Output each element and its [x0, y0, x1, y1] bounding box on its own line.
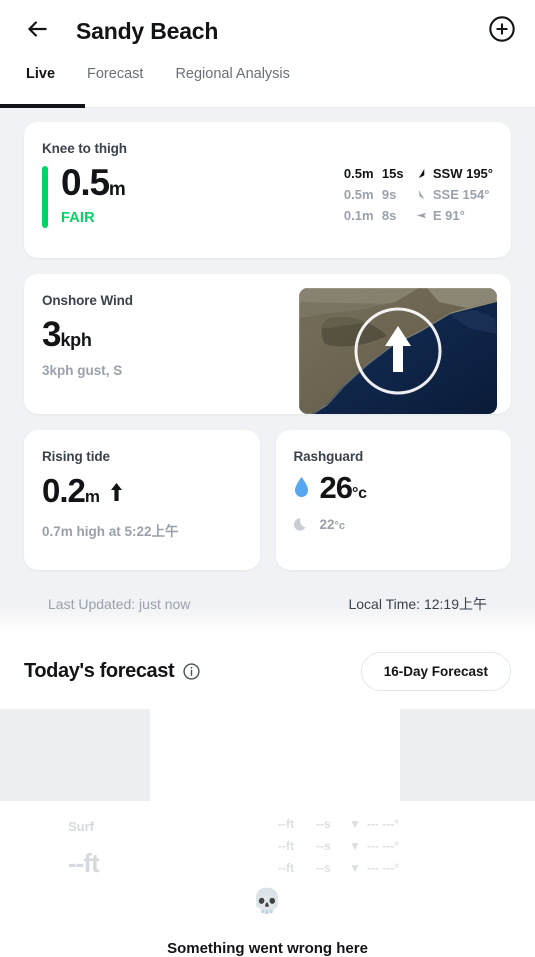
active-tab-indicator — [0, 104, 85, 108]
app-bar: Sandy Beach — [0, 0, 535, 62]
back-button[interactable] — [18, 12, 56, 50]
wind-summary: Onshore Wind 3kph 3kph gust, S — [42, 293, 133, 414]
skeleton-block-right — [400, 709, 535, 801]
surf-placeholder-value: --ft — [68, 848, 100, 878]
tide-value: 0.2 m — [42, 474, 242, 507]
forecast-section-title: Today's forecast — [24, 660, 200, 683]
swell-direction: SSW 195° — [432, 166, 493, 181]
surf-card-label: Knee to thigh — [42, 141, 127, 156]
arrow-left-icon — [24, 16, 50, 47]
rashguard-card[interactable]: Rashguard 26°c 22°c — [275, 430, 511, 570]
add-spot-button[interactable] — [485, 14, 519, 48]
surf-values: 0.5m FAIR — [61, 162, 126, 228]
surf-placeholder-label: Surf — [68, 819, 94, 834]
wind-speed-unit: kph — [60, 330, 92, 350]
placeholder-arrow-icon: ▼ — [349, 861, 361, 875]
air-temp-value: 22 — [319, 517, 335, 532]
forecast-error-zone: Surf --ft --ft --s ▼ --- ---° --ft --s ▼… — [0, 709, 535, 914]
swell-period: 15s — [381, 166, 404, 181]
wind-card-label: Onshore Wind — [42, 293, 133, 308]
forecast-header: Today's forecast 16-Day Forecast — [0, 630, 535, 691]
surf-placeholder: Surf --ft — [68, 819, 100, 879]
tab-live[interactable]: Live — [26, 62, 55, 82]
placeholder-height: --ft — [278, 861, 294, 875]
plus-circle-icon — [488, 15, 516, 48]
swell-height: 0.5m — [343, 166, 374, 181]
skull-icon: 💀 — [252, 888, 282, 915]
swell-height: 0.1m — [343, 208, 374, 223]
air-temp-unit: °c — [334, 520, 346, 532]
air-temperature: 22°c — [320, 517, 346, 532]
water-temperature: 26°c — [319, 470, 368, 505]
swell-row: 0.5m 9s SSE 154° — [344, 187, 493, 202]
sixteen-day-forecast-button[interactable]: 16-Day Forecast — [360, 652, 511, 691]
water-drop-icon — [294, 477, 309, 498]
swell-arrow-ssw-icon — [414, 168, 430, 179]
moon-icon — [293, 517, 309, 532]
wind-speed: 3kph — [42, 317, 133, 352]
placeholder-height: --ft — [278, 839, 294, 853]
placeholder-period: --s — [316, 861, 331, 875]
tab-bar: Live Forecast Regional Analysis — [0, 62, 535, 108]
placeholder-direction: --- ---° — [367, 817, 400, 831]
tide-rising-arrow-icon — [110, 483, 123, 505]
forecast-title-text: Today's forecast — [24, 660, 175, 682]
surf-height-unit: m — [108, 179, 126, 200]
placeholder-arrow-icon: ▼ — [349, 817, 361, 831]
surf-main: 0.5m FAIR — [42, 162, 127, 228]
swell-row: 0.5m 15s SSW 195° — [344, 166, 493, 181]
tide-value-unit: m — [84, 487, 100, 506]
tide-value-number: 0.2 — [42, 472, 86, 509]
tab-forecast[interactable]: Forecast — [87, 62, 143, 82]
placeholder-period: --s — [316, 817, 331, 831]
swell-placeholder-row: --ft --s ▼ --- ---° — [278, 861, 399, 875]
water-temp-unit: °c — [351, 485, 367, 502]
swell-placeholder-row: --ft --s ▼ --- ---° — [278, 817, 399, 831]
placeholder-direction: --- ---° — [367, 861, 400, 875]
tide-card-label: Rising tide — [42, 449, 110, 464]
placeholder-direction: --- ---° — [367, 839, 400, 853]
swell-placeholder-list: --ft --s ▼ --- ---° --ft --s ▼ --- ---° … — [278, 817, 399, 875]
local-time-text: Local Time: 12:19上午 — [348, 596, 487, 612]
swell-period: 8s — [381, 208, 397, 223]
tab-regional-analysis[interactable]: Regional Analysis — [175, 62, 289, 82]
placeholder-period: --s — [316, 839, 331, 853]
placeholder-arrow-icon: ▼ — [349, 839, 361, 853]
water-temp-value: 26 — [319, 470, 353, 505]
swell-arrow-sse-icon — [414, 189, 430, 200]
tide-card[interactable]: Rising tide 0.2 m 0.7m high at 5:22上午 — [24, 430, 260, 570]
info-circle-icon[interactable] — [183, 663, 200, 680]
placeholder-height: --ft — [278, 817, 294, 831]
swell-placeholder-row: --ft --s ▼ --- ---° — [278, 839, 399, 853]
surf-height-value: 0.5 — [61, 162, 110, 203]
live-conditions-panel: Knee to thigh 0.5m FAIR 0.5m 15s SSW 195… — [0, 108, 535, 614]
skeleton-block-left — [0, 709, 150, 801]
wind-card[interactable]: Onshore Wind 3kph 3kph gust, S — [24, 274, 511, 414]
swell-direction: E 91° — [432, 208, 465, 223]
tide-next-event: 0.7m high at 5:22上午 — [42, 524, 179, 539]
last-updated-text: Last Updated: just now — [48, 596, 191, 612]
swell-direction: SSE 154° — [432, 187, 490, 202]
wind-direction-map[interactable] — [299, 288, 497, 414]
rashguard-card-label: Rashguard — [293, 449, 364, 464]
surf-rating: FAIR — [61, 210, 95, 227]
swell-height: 0.5m — [343, 187, 374, 202]
water-temp-row: 26°c — [294, 472, 494, 503]
surf-summary: Knee to thigh 0.5m FAIR — [42, 141, 127, 258]
surf-quality-bar — [42, 166, 48, 228]
mini-cards-row: Rising tide 0.2 m 0.7m high at 5:22上午 Ras… — [24, 430, 511, 570]
error-message: Something went wrong here — [167, 940, 368, 957]
surf-height: 0.5m — [61, 162, 126, 203]
swell-list: 0.5m 15s SSW 195° 0.5m 9s SSE 154° 0.1m … — [344, 166, 493, 223]
surf-card[interactable]: Knee to thigh 0.5m FAIR 0.5m 15s SSW 195… — [24, 122, 511, 258]
swell-arrow-e-icon — [414, 210, 430, 221]
wind-speed-value: 3 — [42, 315, 61, 354]
wind-gust-text: 3kph gust, S — [42, 363, 123, 378]
page-title: Sandy Beach — [76, 17, 219, 44]
air-temp-row: 22°c — [293, 517, 494, 532]
swell-row: 0.1m 8s E 91° — [344, 208, 493, 223]
swell-period: 9s — [381, 187, 397, 202]
